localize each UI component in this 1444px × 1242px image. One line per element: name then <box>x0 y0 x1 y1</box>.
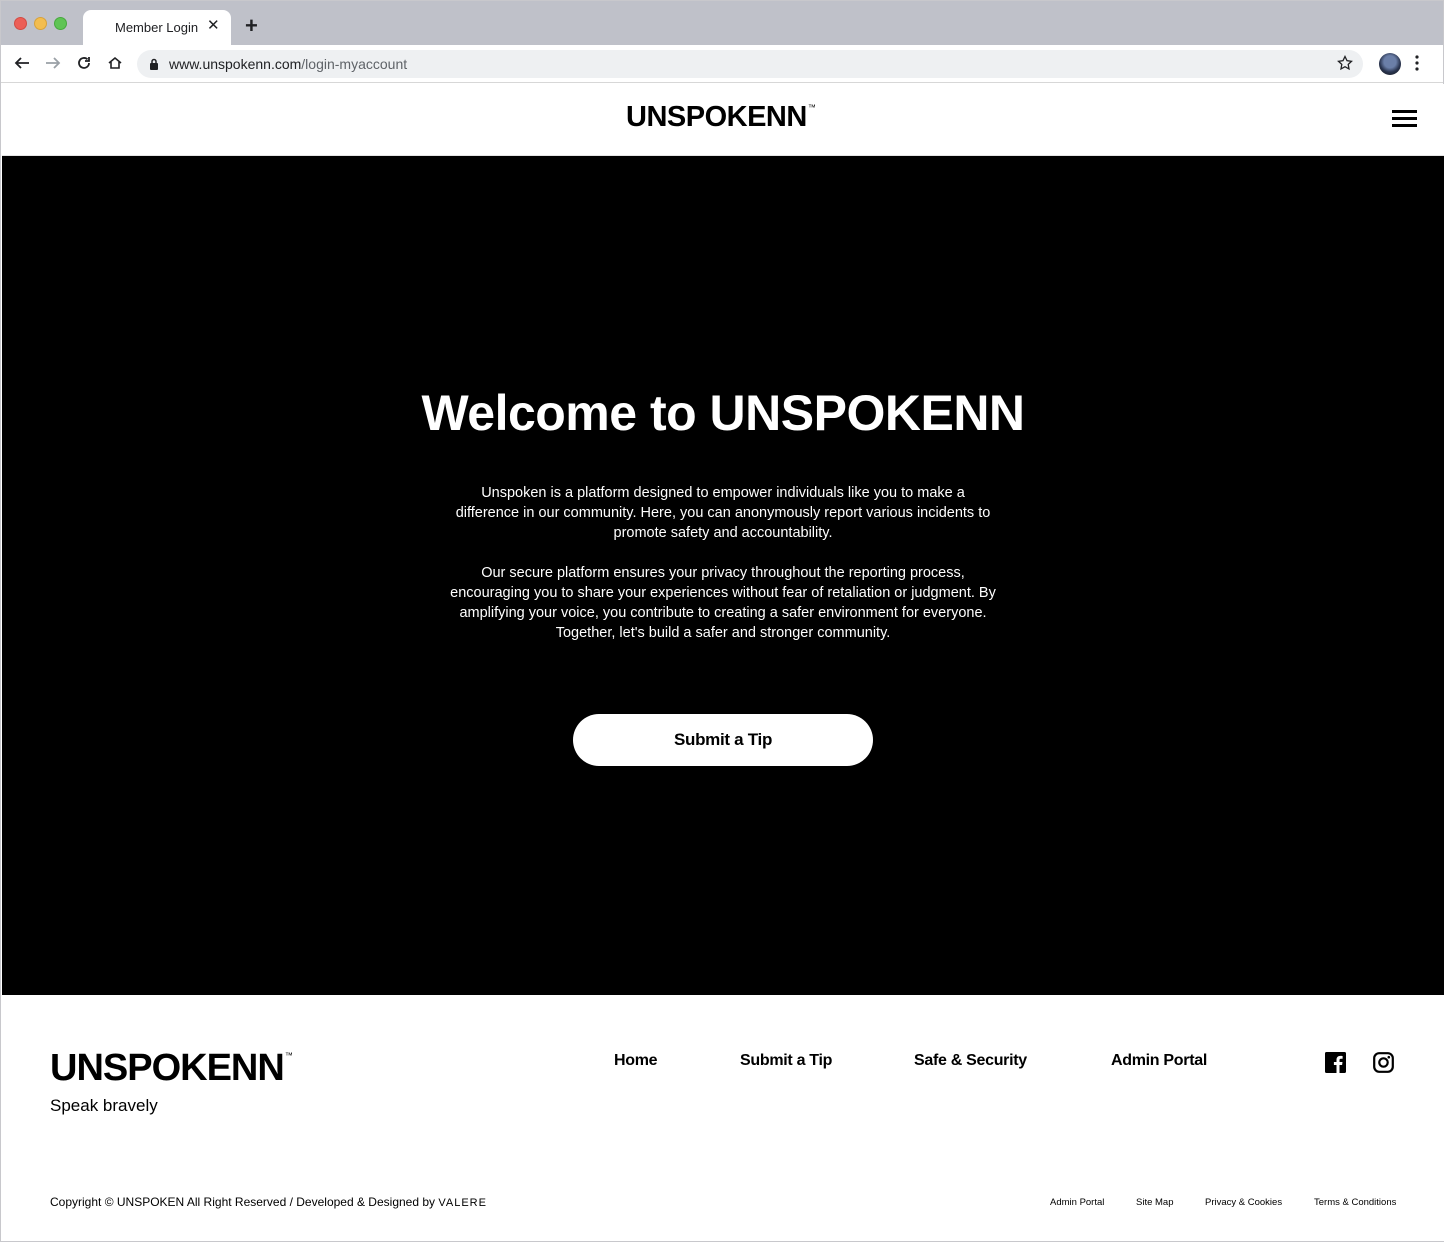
minimize-window-button[interactable] <box>34 17 47 30</box>
site-footer: UNSPOKENN™ Speak bravely Home Submit a T… <box>2 995 1444 1241</box>
copyright-line: Copyright © UNSPOKEN All Right Reserved … <box>50 1195 436 1209</box>
instagram-icon[interactable] <box>1373 1052 1394 1073</box>
hero-paragraph-2: Our secure platform ensures your privacy… <box>450 565 996 641</box>
home-button[interactable] <box>105 53 125 73</box>
footer-logo[interactable]: UNSPOKENN™ <box>50 1047 293 1090</box>
site-header: UNSPOKENN™ <box>2 84 1444 156</box>
site-logo[interactable]: UNSPOKENN™ <box>626 101 816 134</box>
hero-paragraph-1: Unspoken is a platform designed to empow… <box>455 485 991 541</box>
close-window-button[interactable] <box>14 17 27 30</box>
forward-button[interactable] <box>43 53 63 73</box>
url-path: /login-myaccount <box>301 56 408 72</box>
footer-nav-safe-security[interactable]: Safe & Security <box>914 1052 1027 1070</box>
url-host: www.unspokenn.com <box>169 56 302 72</box>
new-tab-button[interactable]: + <box>245 15 258 37</box>
hero-section: Welcome to UNSPOKENN Unspoken is a platf… <box>2 156 1444 995</box>
tab-title: Member Login <box>115 20 199 35</box>
footer-logo-text: UNSPOKENN <box>50 1047 285 1089</box>
designer-link[interactable]: VALERE <box>438 1197 487 1209</box>
url-text: www.unspokenn.com/login-myaccount <box>169 56 407 72</box>
footer-tagline: Speak bravely <box>50 1096 158 1115</box>
browser-toolbar: www.unspokenn.com/login-myaccount <box>1 45 1443 83</box>
back-button[interactable] <box>12 53 32 73</box>
bookmark-star-icon[interactable] <box>1337 55 1353 71</box>
tab-bar: Member Login ✕ + <box>1 1 1443 45</box>
reload-icon <box>78 57 90 69</box>
legal-admin-portal[interactable]: Admin Portal <box>1050 1197 1104 1208</box>
legal-privacy-cookies[interactable]: Privacy & Cookies <box>1205 1197 1282 1208</box>
address-bar[interactable]: www.unspokenn.com/login-myaccount <box>137 50 1363 78</box>
home-icon <box>108 56 122 69</box>
maximize-window-button[interactable] <box>54 17 67 30</box>
trademark: ™ <box>807 103 816 112</box>
logo-text: UNSPOKENN <box>626 101 807 133</box>
facebook-icon[interactable] <box>1325 1052 1346 1073</box>
footer-nav-home[interactable]: Home <box>614 1052 658 1070</box>
browser-tab[interactable]: Member Login ✕ <box>83 10 231 45</box>
profile-avatar[interactable] <box>1379 53 1401 75</box>
tab-close-icon[interactable]: ✕ <box>207 18 220 34</box>
back-arrow-icon <box>14 57 29 69</box>
copyright-text: Copyright © UNSPOKEN All Right Reserved … <box>50 1195 487 1209</box>
browser-window: Member Login ✕ + www.unspokenn.com/login… <box>0 0 1444 1242</box>
footer-nav-submit-tip[interactable]: Submit a Tip <box>740 1052 832 1070</box>
footer-nav-admin-portal[interactable]: Admin Portal <box>1111 1052 1207 1070</box>
lock-icon <box>150 58 158 70</box>
submit-tip-button[interactable]: Submit a Tip <box>573 714 873 766</box>
forward-arrow-icon <box>46 57 61 69</box>
hamburger-menu-icon[interactable] <box>1392 110 1417 128</box>
hero-title: Welcome to UNSPOKENN <box>421 385 1025 441</box>
legal-site-map[interactable]: Site Map <box>1136 1197 1174 1208</box>
reload-button[interactable] <box>74 53 94 73</box>
footer-trademark: ™ <box>284 1051 293 1060</box>
browser-menu-icon[interactable] <box>1415 55 1419 71</box>
legal-terms-conditions[interactable]: Terms & Conditions <box>1314 1197 1396 1208</box>
